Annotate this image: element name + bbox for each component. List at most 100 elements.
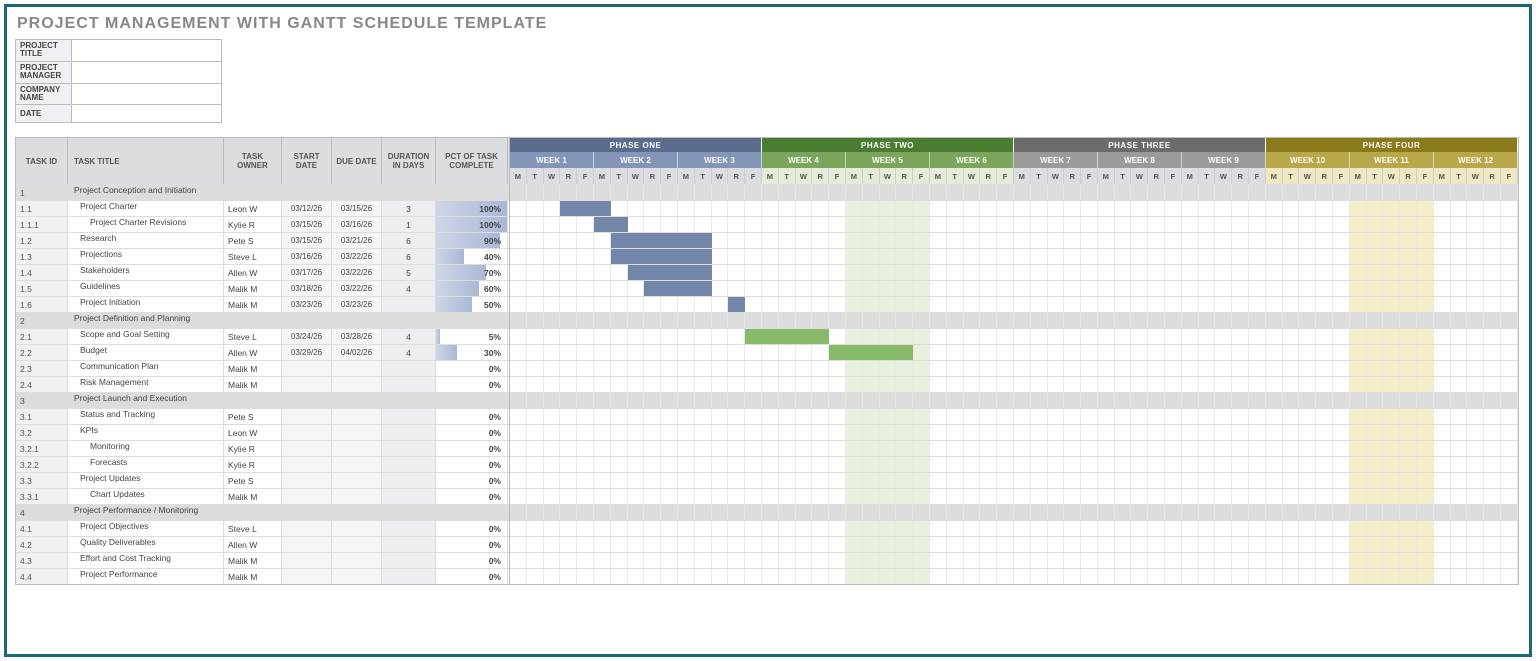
gantt-cell [1400, 281, 1417, 296]
gantt-cell [712, 409, 729, 424]
gantt-cell [544, 537, 561, 552]
gantt-cell [930, 377, 947, 392]
gantt-cell [812, 345, 829, 360]
gantt-cell [1199, 553, 1216, 568]
gantt-cell [964, 377, 981, 392]
cell-task-id: 4 [16, 505, 68, 520]
gantt-cell [1383, 361, 1400, 376]
cell-due [332, 489, 382, 504]
gantt-cell [1165, 457, 1182, 472]
gantt-cell [779, 217, 796, 232]
gantt-cell [930, 249, 947, 264]
gantt-cell [1048, 313, 1065, 328]
gantt-cell [863, 265, 880, 280]
gantt-cell [1064, 233, 1081, 248]
gantt-cell [1283, 329, 1300, 344]
gantt-cell [1131, 553, 1148, 568]
gantt-cell [1048, 329, 1065, 344]
cell-task-name: Chart Updates [68, 489, 224, 504]
cell-due [332, 473, 382, 488]
week-header: WEEK 7 [1014, 152, 1098, 168]
gantt-cell [1299, 265, 1316, 280]
gantt-cell [762, 569, 779, 584]
meta-value-date[interactable] [72, 105, 222, 123]
cell-start [282, 425, 332, 440]
day-header: R [980, 168, 997, 184]
gantt-cell [611, 217, 628, 232]
gantt-cell [1400, 377, 1417, 392]
gantt-cell [1501, 345, 1518, 360]
cell-due: 03/28/26 [332, 329, 382, 344]
gantt-cell [1451, 553, 1468, 568]
gantt-cell [661, 265, 678, 280]
gantt-cell [1182, 297, 1199, 312]
gantt-cell [1316, 521, 1333, 536]
gantt-cell [728, 361, 745, 376]
gantt-cell [661, 425, 678, 440]
gantt-cell [1081, 473, 1098, 488]
gantt-row [510, 552, 1518, 568]
meta-value-project-manager[interactable] [72, 61, 222, 83]
gantt-cell [1283, 249, 1300, 264]
gantt-cell [1098, 345, 1115, 360]
gantt-row [510, 232, 1518, 248]
gantt-cell [611, 569, 628, 584]
gantt-cell [964, 265, 981, 280]
gantt-cell [712, 297, 729, 312]
week-header: WEEK 11 [1350, 152, 1434, 168]
gantt-cell [1199, 457, 1216, 472]
gantt-cell [930, 473, 947, 488]
gantt-cell [829, 185, 846, 200]
gantt-cell [913, 393, 930, 408]
gantt-cell [728, 345, 745, 360]
cell-pct: 100% [436, 217, 508, 232]
gantt-cell [762, 553, 779, 568]
gantt-cell [1484, 201, 1501, 216]
gantt-cell [1249, 553, 1266, 568]
gantt-cell [947, 345, 964, 360]
gantt-cell [1467, 361, 1484, 376]
gantt-cell [913, 377, 930, 392]
gantt-cell [1232, 233, 1249, 248]
gantt-cell [1367, 265, 1384, 280]
gantt-cell [611, 425, 628, 440]
meta-value-project-title[interactable] [72, 40, 222, 62]
gantt-cell [1064, 345, 1081, 360]
gantt-cell [1232, 329, 1249, 344]
gantt-cell [678, 281, 695, 296]
gantt-cell [1249, 505, 1266, 520]
gantt-cell [1367, 281, 1384, 296]
gantt-cell [779, 185, 796, 200]
gantt-cell [947, 521, 964, 536]
gantt-cell [544, 569, 561, 584]
gantt-cell [964, 233, 981, 248]
gantt-cell [980, 473, 997, 488]
gantt-cell [628, 281, 645, 296]
gantt-cell [1333, 553, 1350, 568]
gantt-cell [913, 473, 930, 488]
gantt-cell [527, 473, 544, 488]
gantt-cell [1215, 393, 1232, 408]
day-header: M [1266, 168, 1283, 184]
gantt-cell [611, 393, 628, 408]
day-header: F [661, 168, 678, 184]
gantt-cell [1383, 409, 1400, 424]
gantt-cell [1115, 489, 1132, 504]
gantt-cell [1232, 361, 1249, 376]
gantt-cell [1484, 569, 1501, 584]
gantt-cell [846, 185, 863, 200]
gantt-cell [1199, 409, 1216, 424]
gantt-cell [695, 345, 712, 360]
gantt-cell [628, 457, 645, 472]
gantt-cell [728, 409, 745, 424]
gantt-cell [611, 489, 628, 504]
cell-task-id: 3.1 [16, 409, 68, 424]
gantt-cell [1064, 297, 1081, 312]
gantt-cell [1283, 473, 1300, 488]
gantt-cell [997, 441, 1014, 456]
gantt-cell [762, 521, 779, 536]
gantt-cell [964, 537, 981, 552]
meta-value-company-name[interactable] [72, 83, 222, 105]
gantt-cell [1434, 441, 1451, 456]
gantt-cell [678, 185, 695, 200]
